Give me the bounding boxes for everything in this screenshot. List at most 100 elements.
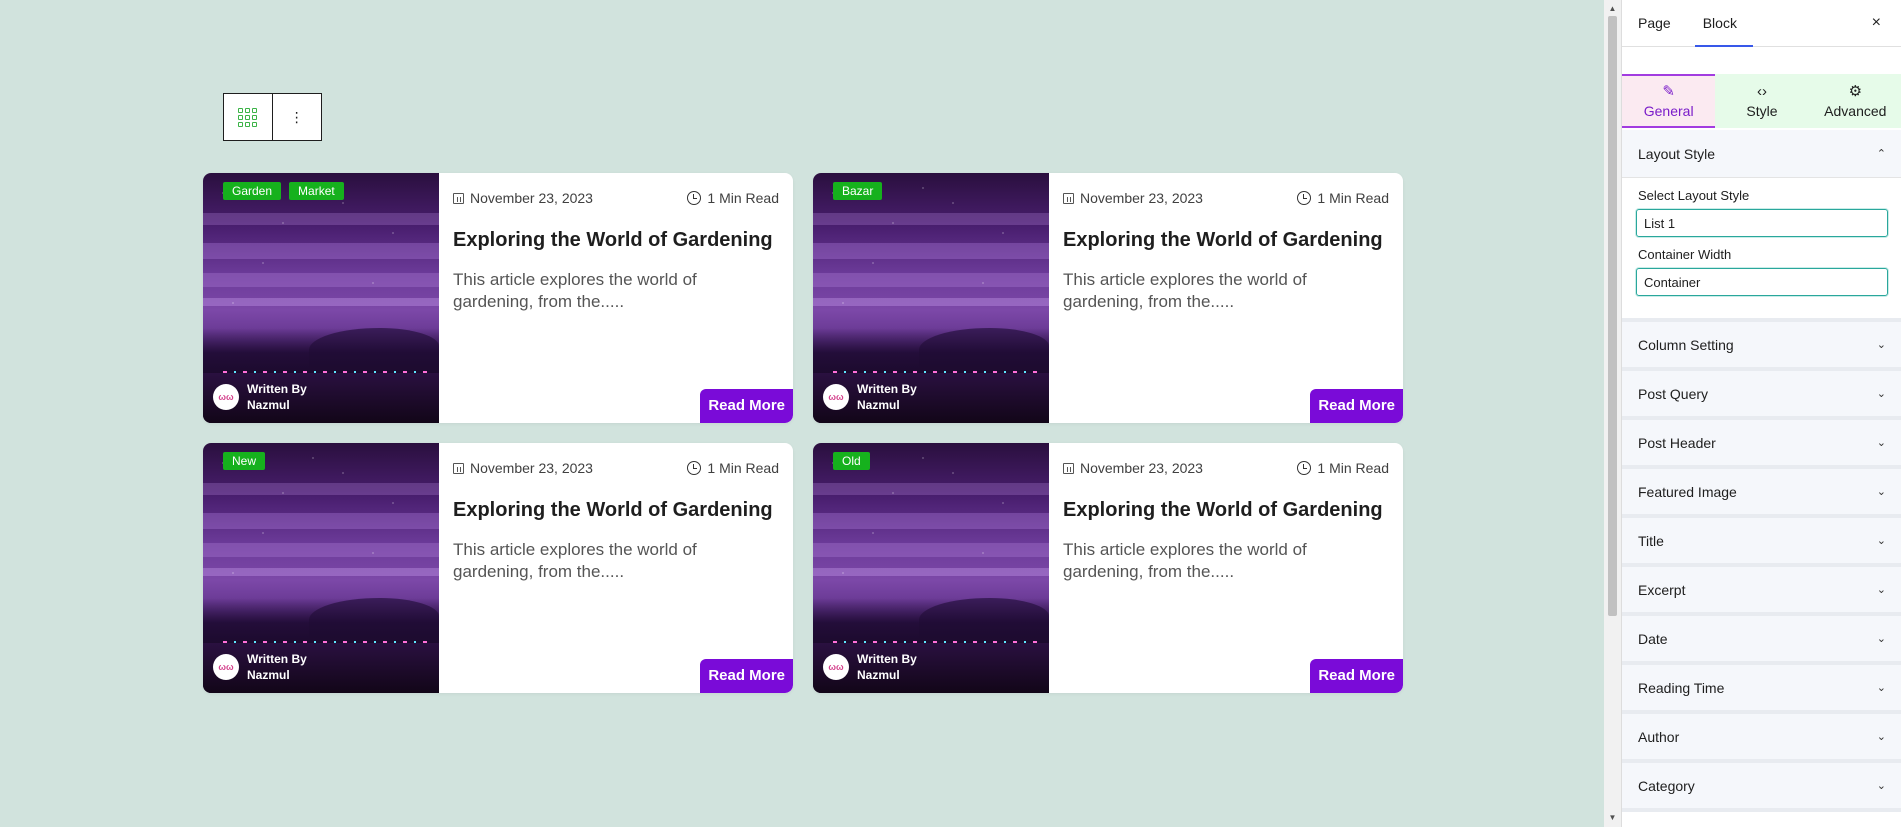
chevron-down-icon: ⌄ xyxy=(1876,584,1886,596)
accordion-post-header[interactable]: Post Header ⌄ xyxy=(1622,420,1901,469)
post-card: Old ωω Written By Nazmul November 23, 20… xyxy=(813,443,1403,693)
chevron-down-icon: ⌄ xyxy=(1876,780,1886,792)
chevron-up-icon: ⌃ xyxy=(1876,148,1886,160)
post-meta: November 23, 2023 1 Min Read xyxy=(453,460,779,476)
category-tags: Bazar xyxy=(833,182,883,200)
author-prefix: Written By xyxy=(857,652,917,666)
clock-icon xyxy=(687,461,702,475)
tab-block[interactable]: Block xyxy=(1694,0,1754,47)
category-tag[interactable]: Old xyxy=(833,452,870,470)
tab-general-label: General xyxy=(1643,102,1694,119)
author-name: Nazmul xyxy=(857,668,900,682)
read-more-button[interactable]: Read More xyxy=(700,659,793,693)
featured-image[interactable]: Garden Market ωω Written By Nazmul xyxy=(203,173,439,423)
clock-icon xyxy=(1297,191,1312,205)
select-layout-label: Select Layout Style xyxy=(1638,188,1750,203)
post-date: November 23, 2023 xyxy=(453,460,593,476)
category-tag[interactable]: Market xyxy=(289,182,344,200)
accordion-date[interactable]: Date ⌄ xyxy=(1622,616,1901,665)
post-content: November 23, 2023 1 Min Read Exploring t… xyxy=(1049,173,1403,423)
accordion-post-query[interactable]: Post Query ⌄ xyxy=(1622,371,1901,420)
category-tag[interactable]: New xyxy=(223,452,266,470)
layout-style-select[interactable]: List 1 xyxy=(1636,209,1888,237)
chevron-down-icon: ⌄ xyxy=(1876,339,1886,351)
layout-style-title: Layout Style xyxy=(1638,145,1716,162)
read-more-button[interactable]: Read More xyxy=(1310,389,1403,423)
post-title[interactable]: Exploring the World of Gardening xyxy=(453,229,783,252)
chevron-down-icon: ⌄ xyxy=(1876,633,1886,645)
accordion-label: Author xyxy=(1638,728,1680,745)
calendar-icon xyxy=(453,192,464,204)
post-card: Bazar ωω Written By Nazmul November 23, … xyxy=(813,173,1403,423)
chevron-down-icon: ⌄ xyxy=(1876,486,1886,498)
accordion-column-setting[interactable]: Column Setting ⌄ xyxy=(1622,322,1901,371)
scroll-up-arrow-icon[interactable]: ▲ xyxy=(1604,2,1621,16)
post-excerpt: This article explores the world of garde… xyxy=(1063,270,1307,311)
chevron-down-icon: ⌄ xyxy=(1876,388,1886,400)
close-icon[interactable]: × xyxy=(1872,14,1881,32)
post-content: November 23, 2023 1 Min Read Exploring t… xyxy=(439,173,793,423)
featured-image[interactable]: Old ωω Written By Nazmul xyxy=(813,443,1049,693)
reading-time-text: 1 Min Read xyxy=(707,460,779,476)
post-card: Garden Market ωω Written By Nazmul Novemb… xyxy=(203,173,793,423)
post-author[interactable]: ωω Written By Nazmul xyxy=(213,381,307,413)
tab-general[interactable]: ✎ General xyxy=(1622,74,1716,128)
post-date: November 23, 2023 xyxy=(453,190,593,206)
author-avatar: ωω xyxy=(213,654,239,680)
chevron-down-icon: ⌄ xyxy=(1876,535,1886,547)
accordion-title[interactable]: Title ⌄ xyxy=(1622,518,1901,567)
chevron-down-icon: ⌄ xyxy=(1876,682,1886,694)
category-tag[interactable]: Garden xyxy=(223,182,282,200)
accordion-reading-time[interactable]: Reading Time ⌄ xyxy=(1622,665,1901,714)
post-title[interactable]: Exploring the World of Gardening xyxy=(1063,499,1393,522)
accordion-category[interactable]: Category ⌄ xyxy=(1622,763,1901,812)
featured-image[interactable]: New ωω Written By Nazmul xyxy=(203,443,439,693)
more-options-button[interactable]: ⋮ xyxy=(273,94,322,140)
scroll-down-arrow-icon[interactable]: ▼ xyxy=(1604,811,1621,825)
author-avatar: ωω xyxy=(213,384,239,410)
read-more-button[interactable]: Read More xyxy=(1310,659,1403,693)
panel-tabs: ✎ General ‹› Style ⚙ Advanced xyxy=(1622,74,1901,128)
gear-icon: ⚙ xyxy=(1848,82,1863,100)
layout-style-header[interactable]: Layout Style ⌃ xyxy=(1622,130,1901,178)
accordion-excerpt[interactable]: Excerpt ⌄ xyxy=(1622,567,1901,616)
accordion-featured-image[interactable]: Featured Image ⌄ xyxy=(1622,469,1901,518)
editor-canvas: ⋮ Garden Market ωω Written By Nazmul Nov… xyxy=(0,0,1604,827)
post-author[interactable]: ωω Written By Nazmul xyxy=(823,381,917,413)
post-title[interactable]: Exploring the World of Gardening xyxy=(1063,229,1393,252)
tab-style[interactable]: ‹› Style xyxy=(1715,74,1809,128)
author-avatar: ωω xyxy=(823,384,849,410)
settings-sidebar: Page Block × ✎ General ‹› Style ⚙ Advanc… xyxy=(1621,0,1901,827)
category-tags: New xyxy=(223,452,266,470)
category-tags: Old xyxy=(833,452,870,470)
container-width-select[interactable]: Container xyxy=(1636,268,1888,296)
block-toolbar: ⋮ xyxy=(223,93,322,141)
author-name: Nazmul xyxy=(857,398,900,412)
clock-icon xyxy=(1297,461,1312,475)
author-prefix: Written By xyxy=(857,382,917,396)
category-tag[interactable]: Bazar xyxy=(833,182,883,200)
author-avatar: ωω xyxy=(823,654,849,680)
post-author[interactable]: ωω Written By Nazmul xyxy=(213,651,307,683)
featured-image[interactable]: Bazar ωω Written By Nazmul xyxy=(813,173,1049,423)
reading-time: 1 Min Read xyxy=(687,460,779,476)
tab-page[interactable]: Page xyxy=(1638,0,1671,46)
post-meta: November 23, 2023 1 Min Read xyxy=(453,190,779,206)
canvas-scrollbar[interactable]: ▲ ▼ xyxy=(1604,0,1621,827)
accordion-author[interactable]: Author ⌄ xyxy=(1622,714,1901,763)
chevron-down-icon: ⌄ xyxy=(1876,731,1886,743)
post-title[interactable]: Exploring the World of Gardening xyxy=(453,499,783,522)
post-grid: Garden Market ωω Written By Nazmul Novemb… xyxy=(203,173,1403,693)
accordion-label: Date xyxy=(1638,630,1668,647)
tab-advanced[interactable]: ⚙ Advanced xyxy=(1808,74,1901,128)
reading-time: 1 Min Read xyxy=(1297,190,1389,206)
post-date: November 23, 2023 xyxy=(1063,460,1203,476)
pencil-icon: ✎ xyxy=(1662,82,1675,100)
post-author[interactable]: ωω Written By Nazmul xyxy=(823,651,917,683)
grid-layout-button[interactable] xyxy=(224,94,273,140)
post-meta: November 23, 2023 1 Min Read xyxy=(1063,460,1389,476)
read-more-button[interactable]: Read More xyxy=(700,389,793,423)
scrollbar-thumb[interactable] xyxy=(1608,16,1617,616)
tab-advanced-label: Advanced xyxy=(1824,102,1887,119)
post-date: November 23, 2023 xyxy=(1063,190,1203,206)
